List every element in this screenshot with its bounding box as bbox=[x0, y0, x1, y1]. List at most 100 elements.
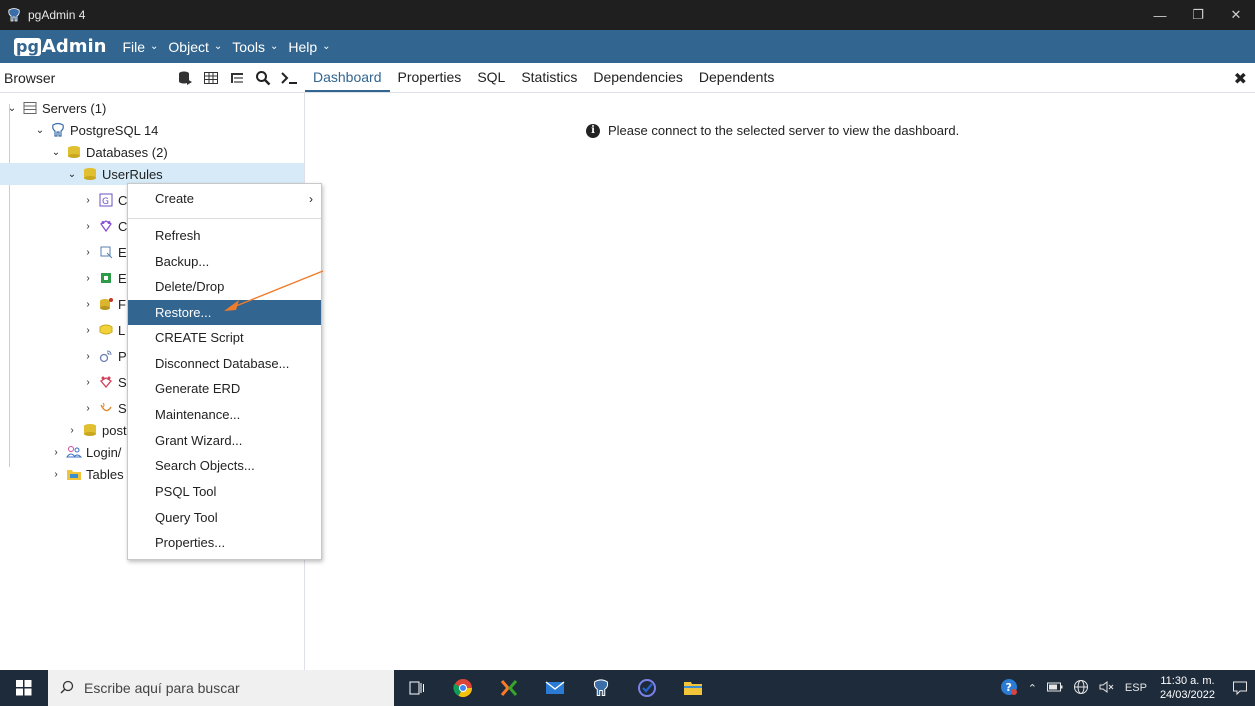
publications-icon bbox=[98, 348, 114, 364]
context-item-backup[interactable]: Backup... bbox=[128, 250, 321, 273]
context-item-maintenance[interactable]: Maintenance... bbox=[128, 403, 321, 426]
context-item-create-script[interactable]: CREATE Script bbox=[128, 326, 321, 349]
dashboard-message: i Please connect to the selected server … bbox=[586, 123, 959, 138]
tree-label: C bbox=[118, 192, 128, 208]
close-panel-icon[interactable]: ✖ bbox=[1234, 69, 1247, 89]
mail-icon[interactable] bbox=[532, 670, 578, 706]
context-item-generate-erd[interactable]: Generate ERD bbox=[128, 377, 321, 400]
tab-properties[interactable]: Properties bbox=[390, 69, 470, 92]
chevron-right-icon[interactable]: › bbox=[66, 425, 78, 436]
tree-item-userrules[interactable]: ⌄ UserRules bbox=[0, 163, 304, 185]
tab-dependencies[interactable]: Dependencies bbox=[585, 69, 691, 92]
query-tool-icon[interactable] bbox=[173, 66, 197, 90]
file-explorer-icon[interactable] bbox=[670, 670, 716, 706]
databases-icon bbox=[66, 144, 82, 160]
tree-label: C bbox=[118, 218, 128, 234]
tree-label: Tables bbox=[86, 466, 124, 482]
chevron-up-icon[interactable]: ⌃ bbox=[1028, 682, 1037, 695]
menu-help[interactable]: Help ⌄ bbox=[288, 39, 330, 55]
menu-file[interactable]: File ⌄ bbox=[122, 39, 158, 55]
languages-icon bbox=[98, 322, 114, 338]
xampp-icon[interactable] bbox=[486, 670, 532, 706]
context-item-label: Grant Wizard... bbox=[155, 433, 243, 448]
taskbar-search-box[interactable]: Escribe aquí para buscar bbox=[48, 670, 394, 706]
filtered-rows-icon[interactable] bbox=[225, 66, 249, 90]
tab-dashboard[interactable]: Dashboard bbox=[305, 69, 390, 92]
tree-item-databases[interactable]: ⌄ Databases (2) bbox=[50, 141, 168, 163]
chevron-right-icon[interactable]: › bbox=[82, 247, 94, 258]
chevron-right-icon[interactable]: › bbox=[82, 351, 94, 362]
chevron-down-icon[interactable]: ⌄ bbox=[50, 147, 62, 158]
tab-sql[interactable]: SQL bbox=[469, 69, 513, 92]
chevron-down-icon[interactable]: ⌄ bbox=[34, 125, 46, 136]
chevron-right-icon[interactable]: › bbox=[82, 377, 94, 388]
context-item-restore[interactable]: Restore... bbox=[128, 300, 321, 325]
tree-item-languages[interactable]: › L bbox=[82, 319, 125, 341]
context-item-create[interactable]: Create › bbox=[128, 187, 321, 210]
input-language[interactable]: ESP bbox=[1125, 682, 1147, 694]
menu-tools[interactable]: Tools ⌄ bbox=[232, 39, 278, 55]
context-item-search-objects[interactable]: Search Objects... bbox=[128, 454, 321, 477]
tree-item-servers[interactable]: ⌄ Servers (1) bbox=[6, 97, 107, 119]
restore-icon[interactable]: ❐ bbox=[1179, 0, 1217, 30]
tab-statistics[interactable]: Statistics bbox=[513, 69, 585, 92]
chevron-right-icon[interactable]: › bbox=[82, 273, 94, 284]
volume-muted-icon[interactable] bbox=[1099, 680, 1115, 697]
servers-icon bbox=[22, 100, 38, 116]
chevron-right-icon[interactable]: › bbox=[50, 469, 62, 480]
tree-item-login-roles[interactable]: › Login/ bbox=[50, 441, 121, 463]
context-item-refresh[interactable]: Refresh bbox=[128, 224, 321, 247]
minimize-icon[interactable]: — bbox=[1141, 0, 1179, 30]
notifications-icon[interactable] bbox=[1225, 680, 1255, 696]
chevron-right-icon[interactable]: › bbox=[82, 195, 94, 206]
context-item-psql-tool[interactable]: PSQL Tool bbox=[128, 480, 321, 503]
tree-item-postgres[interactable]: › post bbox=[66, 419, 126, 441]
menu-tools-label: Tools bbox=[232, 38, 265, 55]
tree-item-postgresql-14[interactable]: ⌄ PostgreSQL 14 bbox=[34, 119, 159, 141]
context-item-disconnect-database[interactable]: Disconnect Database... bbox=[128, 352, 321, 375]
chrome-icon[interactable] bbox=[440, 670, 486, 706]
battery-icon[interactable] bbox=[1046, 682, 1063, 695]
context-item-query-tool[interactable]: Query Tool bbox=[128, 506, 321, 529]
tree-label: PostgreSQL 14 bbox=[70, 122, 159, 138]
chevron-right-icon[interactable]: › bbox=[82, 221, 94, 232]
tree-item-catalogs[interactable]: › C bbox=[82, 215, 127, 237]
chevron-right-icon[interactable]: › bbox=[82, 403, 94, 414]
pgadmin-taskbar-icon[interactable] bbox=[578, 670, 624, 706]
tree-item-tablespaces[interactable]: › Tables bbox=[50, 463, 124, 485]
chevron-down-icon[interactable]: ⌄ bbox=[66, 169, 78, 180]
view-data-icon[interactable] bbox=[199, 66, 223, 90]
chevron-right-icon[interactable]: › bbox=[82, 325, 94, 336]
chevron-right-icon[interactable]: › bbox=[82, 299, 94, 310]
context-item-grant-wizard[interactable]: Grant Wizard... bbox=[128, 429, 321, 452]
tree-item-extensions[interactable]: › E bbox=[82, 267, 126, 289]
search-icon[interactable] bbox=[251, 66, 275, 90]
tab-dependents[interactable]: Dependents bbox=[691, 69, 783, 92]
title-bar: pgAdmin 4 — ❐ ✕ bbox=[0, 0, 1255, 30]
psql-terminal-icon[interactable] bbox=[277, 66, 301, 90]
tree-item-foreign-data-wrappers[interactable]: › F bbox=[82, 293, 126, 315]
pgadmin-window: pgAdmin 4 — ❐ ✕ pg Admin File ⌄ Object ⌄ To… bbox=[0, 0, 1255, 706]
help-app-icon[interactable]: ? bbox=[1000, 678, 1018, 699]
extensions-icon bbox=[98, 270, 114, 286]
context-item-delete-drop[interactable]: Delete/Drop bbox=[128, 275, 321, 298]
chevron-right-icon[interactable]: › bbox=[50, 447, 62, 458]
menu-object[interactable]: Object ⌄ bbox=[168, 39, 222, 55]
todo-icon[interactable] bbox=[624, 670, 670, 706]
subscriptions-icon bbox=[98, 400, 114, 416]
windows-start-icon[interactable] bbox=[0, 670, 48, 706]
tree-item-schemas[interactable]: › S bbox=[82, 371, 126, 393]
tree-item-casts[interactable]: › G C bbox=[82, 189, 127, 211]
task-view-icon[interactable] bbox=[394, 670, 440, 706]
window-title: pgAdmin 4 bbox=[28, 8, 86, 22]
chevron-down-icon[interactable]: ⌄ bbox=[6, 103, 18, 114]
context-item-label: Search Objects... bbox=[155, 458, 255, 473]
database-icon bbox=[82, 422, 98, 438]
close-window-icon[interactable]: ✕ bbox=[1217, 0, 1255, 30]
taskbar-clock[interactable]: 11:30 a. m. 24/03/2022 bbox=[1160, 674, 1215, 702]
tree-item-publications[interactable]: › P bbox=[82, 345, 126, 367]
network-globe-icon[interactable] bbox=[1073, 679, 1089, 698]
tree-item-event-triggers[interactable]: › E bbox=[82, 241, 126, 263]
context-item-properties[interactable]: Properties... bbox=[128, 531, 321, 554]
tree-item-subscriptions[interactable]: › S bbox=[82, 397, 126, 419]
